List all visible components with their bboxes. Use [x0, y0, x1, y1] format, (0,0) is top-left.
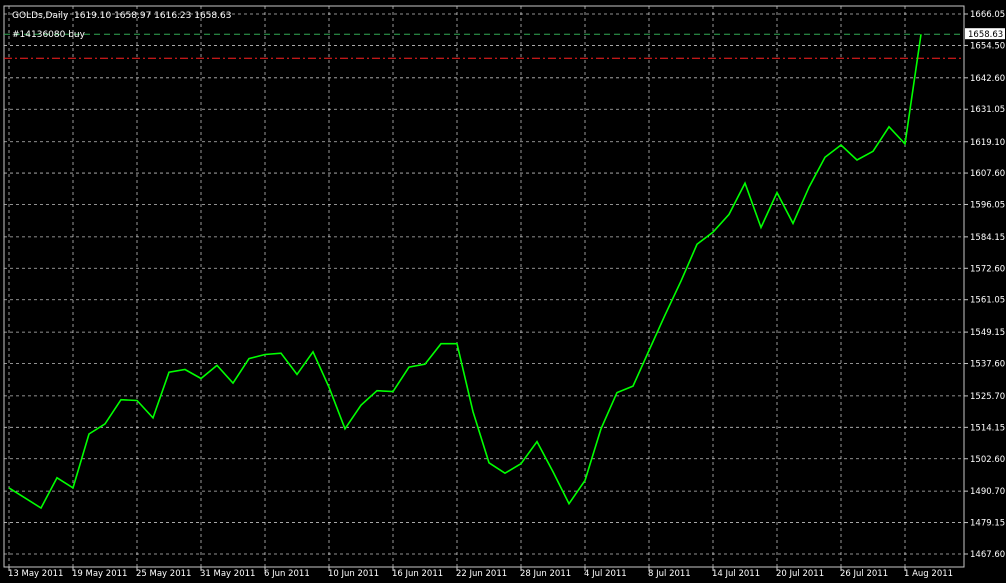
y-tick-label: 1561.05: [970, 296, 1005, 306]
symbol-label: GOLDs,Daily: [12, 11, 69, 21]
y-tick-label: 1619.10: [970, 138, 1005, 148]
ohlc-readout: 1619.10 1658.97 1616.23 1658.63: [74, 11, 231, 21]
x-tick-label: 25 May 2011: [136, 569, 191, 579]
y-tick-label: 1514.15: [970, 423, 1005, 433]
x-tick-label: 8 Jul 2011: [648, 569, 691, 579]
x-tick-label: 6 Jun 2011: [264, 569, 310, 579]
x-tick-label: 4 Jul 2011: [584, 569, 627, 579]
y-tick-label: 1490.70: [970, 487, 1005, 497]
x-tick-label: 13 May 2011: [8, 569, 63, 579]
x-tick-label: 16 Jun 2011: [392, 569, 443, 579]
current-price-value: 1658.63: [968, 30, 1003, 40]
x-tick-label: 20 Jul 2011: [776, 569, 824, 579]
y-tick-label: 1654.50: [970, 41, 1005, 51]
x-tick-label: 1 Aug 2011: [904, 569, 953, 579]
y-tick-label: 1479.15: [970, 519, 1005, 529]
y-tick-label: 1572.60: [970, 264, 1005, 274]
x-tick-label: 14 Jul 2011: [712, 569, 760, 579]
y-tick-label: 1537.60: [970, 360, 1005, 370]
chart-background: [0, 0, 1006, 579]
order-label: #14136080 buy: [12, 30, 86, 40]
x-tick-label: 26 Jul 2011: [840, 569, 888, 579]
x-tick-label: 22 Jun 2011: [456, 569, 507, 579]
y-tick-label: 1584.15: [970, 233, 1005, 243]
y-tick-label: 1467.60: [970, 550, 1005, 560]
x-tick-label: 19 May 2011: [72, 569, 127, 579]
x-tick-label: 31 May 2011: [200, 569, 255, 579]
current-price-box: 1658.63: [965, 28, 1005, 40]
y-tick-label: 1525.70: [970, 392, 1005, 402]
time-axis[interactable]: 13 May 2011 19 May 2011 25 May 2011 31 May …: [8, 567, 953, 579]
y-tick-label: 1631.05: [970, 105, 1005, 115]
x-tick-label: 10 Jun 2011: [328, 569, 379, 579]
y-tick-label: 1666.05: [970, 10, 1005, 20]
y-tick-label: 1642.60: [970, 74, 1005, 84]
y-tick-label: 1502.60: [970, 455, 1005, 465]
price-chart[interactable]: 1666.05 1654.50 1642.60 1631.05 1619.10 1607.…: [0, 0, 1006, 579]
y-tick-label: 1596.05: [970, 200, 1005, 210]
y-tick-label: 1549.15: [970, 328, 1005, 338]
x-tick-label: 28 Jun 2011: [520, 569, 571, 579]
y-tick-label: 1607.60: [970, 169, 1005, 179]
chart-canvas[interactable]: 1666.05 1654.50 1642.60 1631.05 1619.10 1607.…: [0, 0, 1006, 579]
